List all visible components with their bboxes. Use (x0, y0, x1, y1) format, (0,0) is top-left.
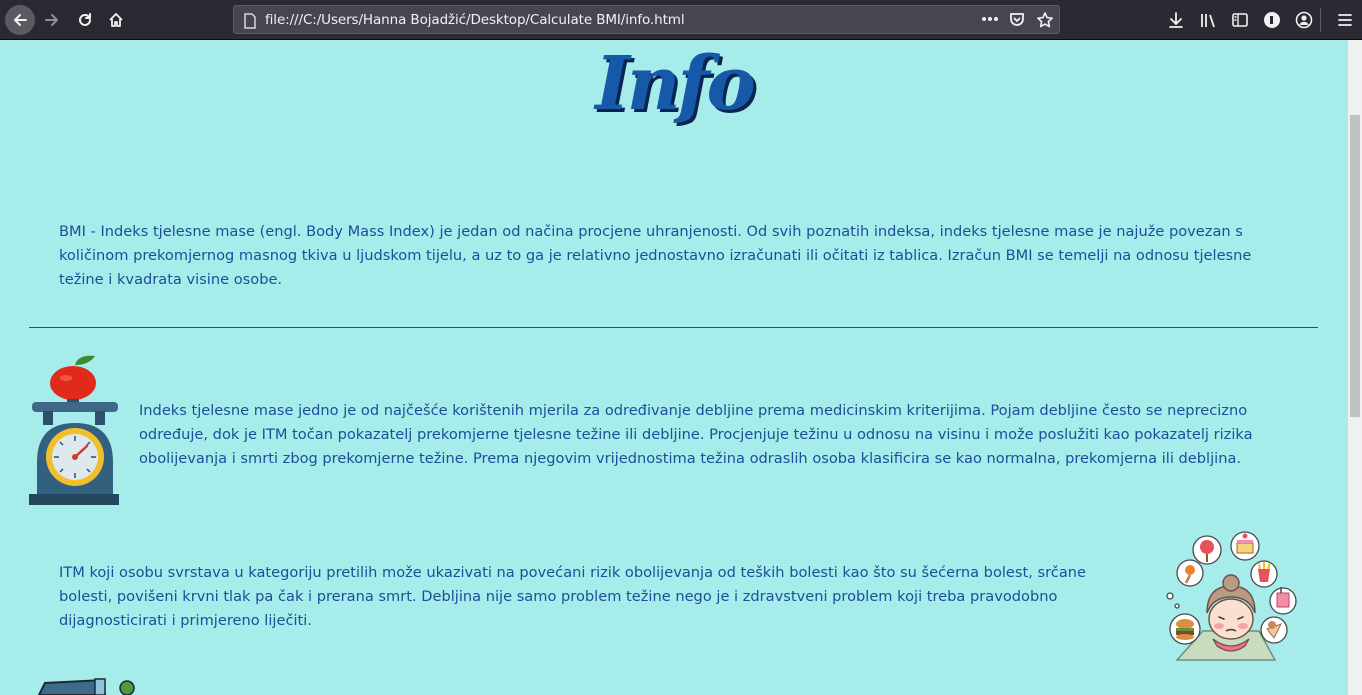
sidebar-button[interactable] (1229, 9, 1251, 31)
section-divider (29, 327, 1318, 328)
extension-button[interactable] (1261, 9, 1283, 31)
obesity-risk-paragraph: ITM koji osobu svrstava u kategoriju pre… (59, 564, 1086, 629)
account-button[interactable] (1293, 9, 1315, 31)
reload-icon (79, 13, 91, 26)
weighing-scale-apple-image (29, 355, 119, 505)
vertical-scrollbar[interactable] (1348, 40, 1362, 695)
bmi-usage-paragraph: Indeks tjelesne mase jedno je od najčešć… (139, 402, 1253, 467)
download-icon (1169, 12, 1183, 28)
downloads-button[interactable] (1165, 9, 1187, 31)
library-button[interactable] (1197, 9, 1219, 31)
sidebar-icon (1232, 13, 1248, 27)
bmi-definition-paragraph: BMI - Indeks tjelesne mase (engl. Body M… (59, 223, 1252, 288)
star-icon[interactable] (1036, 11, 1054, 29)
back-button[interactable] (5, 5, 35, 35)
pocket-icon[interactable] (1008, 11, 1026, 29)
home-icon (109, 13, 123, 27)
page-content: Info BMI - Indeks tjelesne mase (engl. B… (0, 40, 1348, 695)
hamburger-menu-icon (1338, 14, 1352, 26)
scrollbar-thumb[interactable] (1350, 115, 1360, 417)
forward-button[interactable] (37, 5, 67, 35)
worried-girl-food-thoughts-image (1166, 531, 1297, 661)
browser-toolbar: file:///C:/Users/Hanna Bojadžić/Desktop/… (0, 0, 1362, 40)
partial-food-tray-image (37, 678, 135, 695)
arrow-right-icon (45, 14, 58, 26)
more-dots-icon[interactable] (981, 16, 999, 22)
address-bar[interactable]: file:///C:/Users/Hanna Bojadžić/Desktop/… (233, 5, 1060, 34)
url-text: file:///C:/Users/Hanna Bojadžić/Desktop/… (265, 12, 685, 28)
account-icon (1295, 11, 1313, 29)
extension-icon (1264, 12, 1280, 28)
page-title: Info (595, 41, 756, 127)
file-icon (244, 13, 256, 29)
reload-button[interactable] (70, 5, 100, 35)
menu-button[interactable] (1334, 9, 1356, 31)
library-icon (1201, 14, 1215, 28)
arrow-left-icon (14, 14, 27, 26)
home-button[interactable] (101, 5, 131, 35)
toolbar-separator (1320, 8, 1321, 32)
